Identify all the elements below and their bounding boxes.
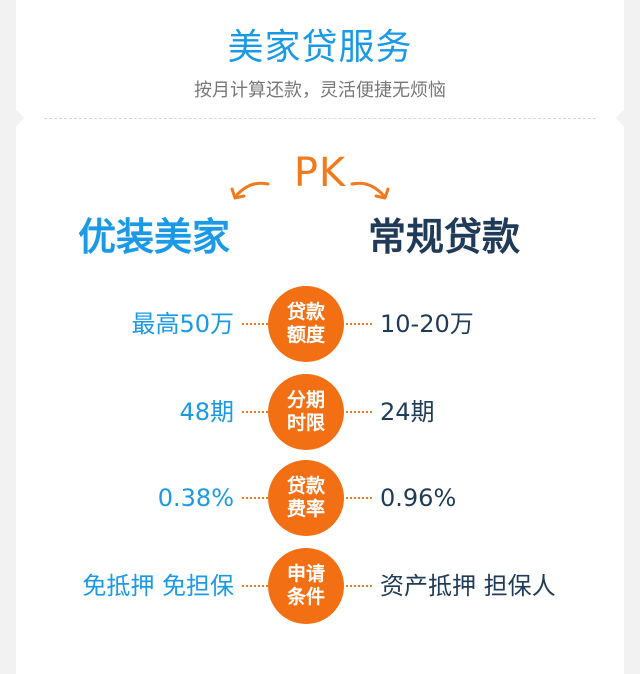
left-curved-arrow-icon (230, 181, 270, 200)
badge-line-2: 费率 (286, 498, 325, 520)
left-value: 免抵押 免担保 (82, 572, 234, 600)
right-value: 24期 (380, 398, 435, 426)
comparison-row-rate: 0.38% 贷款 费率 0.96% (0, 460, 640, 536)
comparison-row-amount: 最高50万 贷款 额度 10-20万 (0, 286, 640, 362)
right-curved-arrow-icon (350, 181, 390, 200)
dotted-connector (242, 497, 268, 499)
right-value: 资产抵押 担保人 (380, 572, 556, 600)
badge-line-2: 额度 (286, 324, 325, 346)
page-title: 美家贷服务 (227, 27, 413, 68)
category-badge: 贷款 额度 (268, 286, 344, 362)
left-column-title: 优装美家 (78, 215, 231, 259)
right-value: 10-20万 (380, 310, 474, 338)
badge-line-2: 时限 (286, 412, 325, 434)
dashed-divider (44, 118, 596, 119)
dotted-connector (242, 411, 268, 413)
comparison-row-term: 48期 分期 时限 24期 (0, 374, 640, 450)
dotted-connector (346, 411, 372, 413)
dotted-connector (346, 323, 372, 325)
page-subtitle: 按月计算还款，灵活便捷无烦恼 (194, 80, 446, 101)
dotted-connector (346, 497, 372, 499)
left-value: 48期 (179, 398, 234, 426)
comparison-row-conditions: 免抵押 免担保 申请 条件 资产抵押 担保人 (0, 548, 640, 624)
category-badge: 分期 时限 (268, 374, 344, 450)
category-badge: 申请 条件 (268, 548, 344, 624)
category-badge: 贷款 费率 (268, 460, 344, 536)
badge-line-1: 贷款 (286, 475, 325, 497)
dotted-connector (242, 585, 268, 587)
dotted-connector (346, 585, 372, 587)
badge-line-1: 贷款 (286, 301, 325, 323)
right-column-title: 常规贷款 (368, 215, 521, 259)
left-value: 最高50万 (131, 310, 234, 338)
badge-line-1: 申请 (286, 563, 325, 585)
dotted-connector (242, 323, 268, 325)
left-value: 0.38% (157, 484, 234, 512)
right-value: 0.96% (380, 484, 457, 512)
badge-line-2: 条件 (286, 586, 325, 608)
badge-line-1: 分期 (286, 389, 325, 411)
